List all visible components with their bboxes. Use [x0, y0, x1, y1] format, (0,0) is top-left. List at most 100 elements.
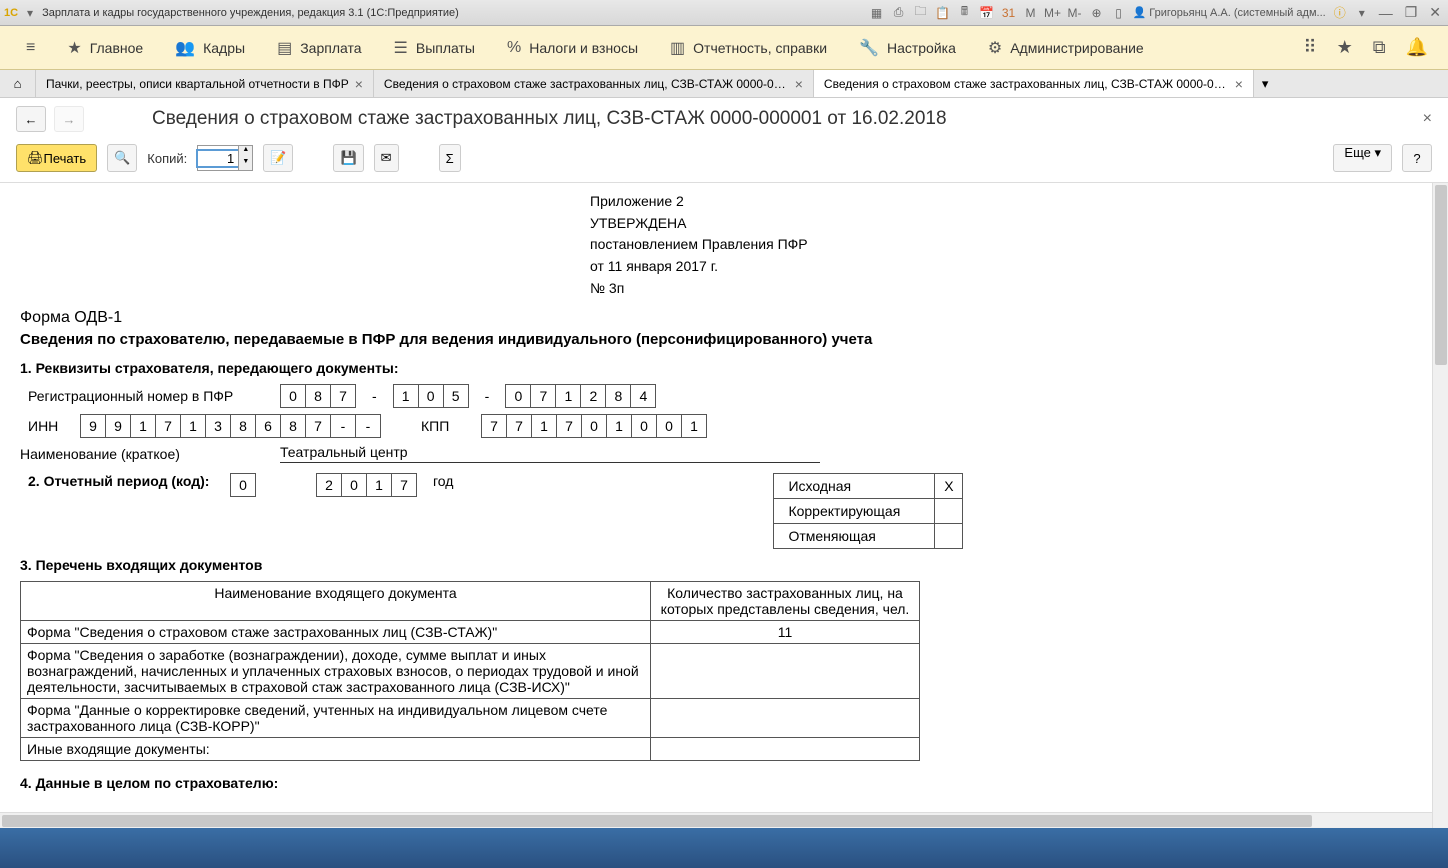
people-icon: 👥 [175, 38, 195, 58]
page-title: Сведения о страховом стаже застрахованны… [152, 108, 1415, 130]
inn-cells: 9917138687-- [80, 414, 381, 438]
memory-mplus-icon[interactable]: M+ [1045, 5, 1061, 21]
star-icon: ★ [67, 38, 81, 58]
copies-spinner[interactable]: ▲▼ [197, 145, 253, 171]
calendar31-icon[interactable]: 31 [1001, 5, 1017, 21]
section-1-title: 1. Реквизиты страхователя, передающего д… [20, 360, 1320, 376]
table-row: Иные входящие документы: [21, 738, 920, 761]
close-window-icon[interactable]: ✕ [1426, 4, 1444, 21]
report-icon: ▥ [670, 38, 685, 58]
print-button[interactable]: 🖨 Печать [16, 144, 97, 172]
form-title: Сведения по страхователю, передаваемые в… [20, 331, 1320, 348]
folder-icon[interactable]: 🗀 [913, 5, 929, 21]
kpp-label: КПП [421, 418, 471, 434]
copy-icon[interactable]: ⧉ [1363, 37, 1396, 58]
wallet-icon: ☰ [394, 38, 408, 58]
percent-icon: % [507, 39, 521, 57]
minimize-icon[interactable]: — [1376, 5, 1396, 21]
table-row: Форма "Сведения о страховом стаже застра… [21, 621, 920, 644]
form-name: Форма ОДВ-1 [20, 309, 1320, 327]
info-icon[interactable]: ⓘ [1332, 5, 1348, 21]
maximize-icon[interactable]: ❐ [1402, 4, 1421, 21]
menu-taxes[interactable]: %Налоги и взносы [491, 39, 654, 57]
current-user[interactable]: 👤 Григорьянц А.А. (системный адм... [1133, 6, 1326, 19]
tab-0[interactable]: Пачки, реестры, описи квартальной отчетн… [36, 70, 374, 97]
shortname-value: Театральный центр [280, 444, 820, 463]
period-year-cells: 2017 [316, 473, 417, 497]
kpp-cells: 771701001 [481, 414, 707, 438]
edit-template-button[interactable]: 📝 [263, 144, 293, 172]
tab-close-icon[interactable]: × [1235, 76, 1243, 92]
money-icon: ▤ [277, 38, 292, 58]
nav-back-button[interactable]: ← [16, 106, 46, 132]
dropdown-arrow-icon[interactable]: ▾ [22, 5, 38, 21]
info-dropdown-icon[interactable]: ▾ [1354, 5, 1370, 21]
more-button[interactable]: Еще ▾ [1333, 144, 1392, 172]
print-icon[interactable]: ⎙ [891, 5, 907, 21]
paste-icon[interactable]: 📋 [935, 5, 951, 21]
calculator-icon[interactable]: 🖩 [957, 5, 973, 21]
reg-number-part1: 087 [280, 384, 356, 408]
content-area: ← → Сведения о страховом стаже застрахов… [0, 98, 1448, 828]
type-table: ИсходнаяX Корректирующая Отменяющая [773, 473, 963, 549]
menu-main[interactable]: ★Главное [51, 38, 159, 58]
preview-button[interactable]: 🔍 [107, 144, 137, 172]
reg-number-part2: 105 [393, 384, 469, 408]
menu-payments[interactable]: ☰Выплаты [378, 38, 491, 58]
section-3-title: 3. Перечень входящих документов [20, 557, 1320, 573]
favorites-star-icon[interactable]: ★ [1327, 37, 1363, 58]
menu-hamburger[interactable]: ≡ [10, 39, 51, 57]
shortname-label: Наименование (краткое) [20, 446, 270, 462]
reg-number-part3: 071284 [505, 384, 656, 408]
tab-bar: ⌂ Пачки, реестры, описи квартальной отче… [0, 70, 1448, 98]
print-preview-icon[interactable]: ▦ [869, 5, 885, 21]
vertical-scrollbar[interactable] [1432, 183, 1448, 828]
copies-label: Копий: [147, 151, 187, 166]
tab-2[interactable]: Сведения о страховом стаже застрахованны… [814, 70, 1254, 97]
menu-personnel[interactable]: 👥Кадры [159, 38, 261, 58]
tab-overflow-icon[interactable]: ▾ [1262, 76, 1269, 92]
gear-icon: ⚙ [988, 38, 1002, 58]
hamburger-icon: ≡ [26, 39, 35, 57]
menu-reports[interactable]: ▥Отчетность, справки [654, 38, 843, 58]
table-header-count: Количество застрахованных лиц, на которы… [651, 582, 920, 621]
apps-grid-icon[interactable]: ⠿ [1293, 37, 1326, 58]
year-label: год [433, 473, 453, 489]
menu-settings[interactable]: 🔧Настройка [843, 38, 972, 58]
tab-1[interactable]: Сведения о страховом стаже застрахованны… [374, 70, 814, 97]
table-row: Форма "Сведения о заработке (вознагражде… [21, 644, 920, 699]
notifications-bell-icon[interactable]: 🔔 [1396, 37, 1438, 58]
home-icon: ⌂ [14, 76, 22, 91]
wrench-icon: 🔧 [859, 38, 879, 58]
calendar-icon[interactable]: 📅 [979, 5, 995, 21]
toolbar: 🖨 Печать 🔍 Копий: ▲▼ 📝 💾 ✉ Σ Еще ▾ ? [0, 140, 1448, 183]
section-4-title: 4. Данные в целом по страхователю: [20, 775, 1320, 791]
horizontal-scrollbar[interactable] [0, 812, 1432, 828]
menu-salary[interactable]: ▤Зарплата [261, 38, 377, 58]
incoming-docs-table: Наименование входящего документа Количес… [20, 581, 920, 761]
memory-m-icon[interactable]: M [1023, 5, 1039, 21]
tab-home[interactable]: ⌂ [0, 70, 36, 97]
main-menu: ≡ ★Главное 👥Кадры ▤Зарплата ☰Выплаты %На… [0, 26, 1448, 70]
spin-down-icon[interactable]: ▼ [238, 158, 252, 170]
nav-forward-button[interactable]: → [54, 106, 84, 132]
windows-taskbar[interactable] [0, 828, 1448, 868]
tab-close-icon[interactable]: × [355, 76, 363, 92]
zoom-icon[interactable]: ⊕ [1089, 5, 1105, 21]
memory-mminus-icon[interactable]: M- [1067, 5, 1083, 21]
save-button[interactable]: 💾 [333, 144, 363, 172]
tab-close-icon[interactable]: × [795, 76, 803, 92]
email-button[interactable]: ✉ [374, 144, 399, 172]
period-code-cell: 0 [230, 473, 256, 497]
table-header-name: Наименование входящего документа [21, 582, 651, 621]
approval-block: Приложение 2 УТВЕРЖДЕНА постановлением П… [590, 191, 1320, 299]
help-button[interactable]: ? [1402, 144, 1432, 172]
sum-button[interactable]: Σ [439, 144, 461, 172]
spin-up-icon[interactable]: ▲ [238, 146, 252, 158]
panel-icon[interactable]: ▯ [1111, 5, 1127, 21]
section-2-title: 2. Отчетный период (код): [20, 473, 220, 489]
page-close-button[interactable]: × [1423, 110, 1432, 128]
app-1c-icon: 1C [4, 7, 18, 19]
menu-admin[interactable]: ⚙Администрирование [972, 38, 1160, 58]
copies-input[interactable] [198, 151, 238, 166]
